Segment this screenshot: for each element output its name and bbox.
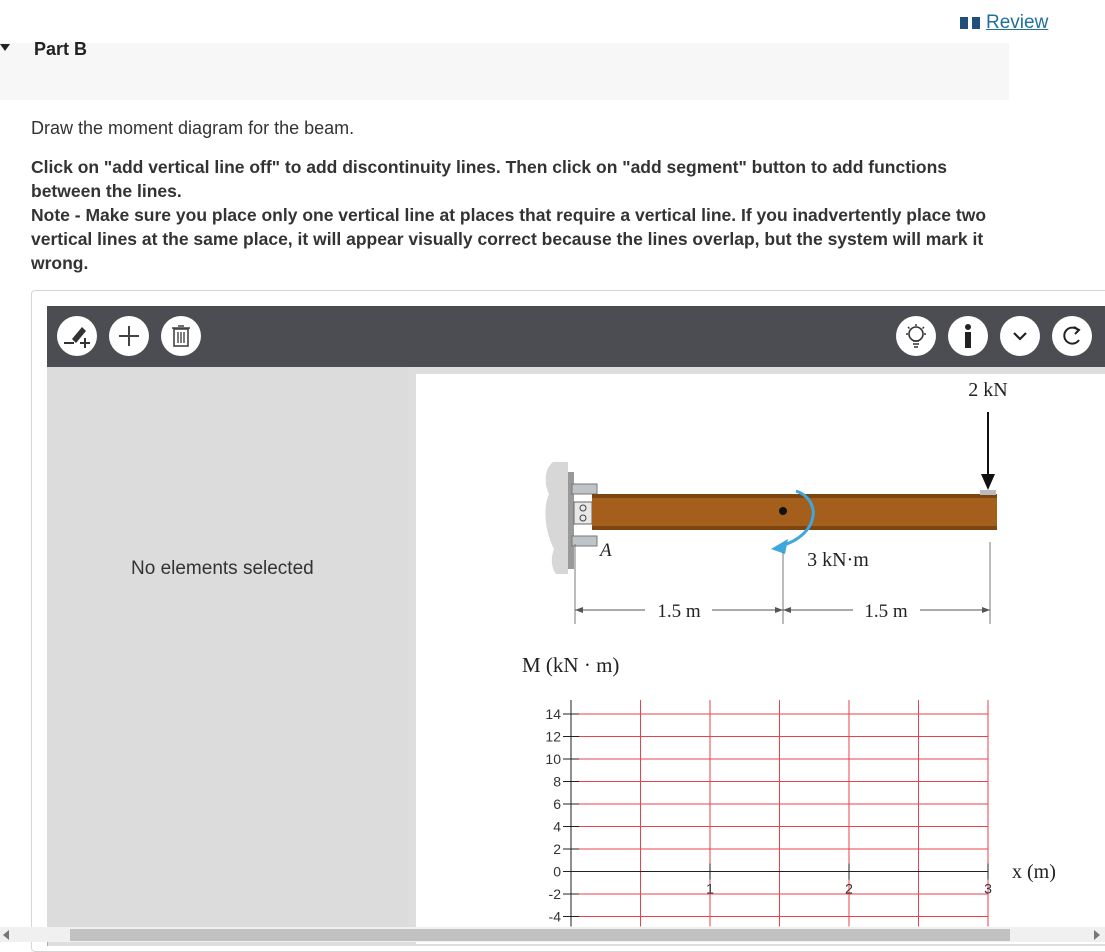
x-axis-label: x (m) <box>1012 861 1056 883</box>
review-link[interactable]: Review <box>960 12 1048 34</box>
scroll-right-icon[interactable] <box>1094 930 1100 940</box>
load-label: 2 kN <box>968 379 1007 401</box>
y-tick-label: 10 <box>545 751 561 767</box>
scrollbar-thumb[interactable] <box>70 929 1010 941</box>
y-tick-label: -2 <box>549 886 562 902</box>
dim-right-label: 1.5 m <box>864 601 908 622</box>
y-tick-label: 12 <box>545 729 561 745</box>
moment-point <box>779 507 787 515</box>
expand-button[interactable] <box>1000 316 1040 356</box>
properties-sidebar <box>47 367 408 942</box>
moment-plot[interactable]: 14121086420-2-41 2 3 <box>545 700 992 927</box>
x-tick-label: 2 <box>845 881 853 897</box>
y-tick-label: -4 <box>549 909 562 925</box>
trash-icon <box>172 325 190 347</box>
toolbar <box>47 306 1105 367</box>
hint-button[interactable] <box>896 316 936 356</box>
part-header-bar[interactable] <box>0 43 1009 100</box>
y-tick-label: 0 <box>553 864 561 880</box>
scroll-left-icon[interactable] <box>3 930 9 940</box>
x-tick-label: 3 <box>984 881 992 897</box>
x-tick-label: 1 <box>706 881 714 897</box>
add-vertical-line-button[interactable] <box>57 316 97 356</box>
add-segment-button[interactable] <box>109 316 149 356</box>
support-label: A <box>598 540 612 561</box>
hint-lightbulb-icon <box>906 324 926 348</box>
moment-label: 3 kN·m <box>807 549 869 571</box>
beam <box>592 494 997 530</box>
beam-figure: 2 kN 3 kN·m A 1.5 m 1.5 m M (kN · m) x (… <box>522 379 1056 927</box>
instruction-bold-2: Note - Make sure you place only one vert… <box>31 205 987 273</box>
info-button[interactable] <box>948 316 988 356</box>
moment-arrowhead <box>771 539 788 554</box>
instruction-text: Draw the moment diagram for the beam. <box>31 118 355 138</box>
drawing-canvas[interactable]: 2 kN 3 kN·m A 1.5 m 1.5 m M (kN · m) x (… <box>416 374 1105 944</box>
instruction-bold-1: Click on "add vertical line off" to add … <box>31 157 948 201</box>
add-segment-icon <box>119 326 139 346</box>
delete-button[interactable] <box>161 316 201 356</box>
y-tick-label: 6 <box>553 796 561 812</box>
y-tick-label: 14 <box>545 706 561 722</box>
chevron-down-icon <box>1013 332 1027 341</box>
info-icon <box>965 324 971 348</box>
reset-button[interactable] <box>1052 316 1092 356</box>
load-plate <box>980 490 996 495</box>
y-tick-label: 8 <box>553 774 561 790</box>
y-axis-label: M (kN · m) <box>522 653 619 677</box>
collapse-caret-icon[interactable] <box>0 44 10 51</box>
book-icon <box>960 16 980 30</box>
no-selection-text: No elements selected <box>131 558 314 579</box>
review-label: Review <box>986 12 1049 33</box>
lower-bracket <box>571 535 598 547</box>
y-tick-label: 4 <box>553 819 561 835</box>
part-title: Part B <box>34 39 88 59</box>
y-tick-label: 2 <box>553 841 561 857</box>
add-vertical-line-icon <box>64 327 90 348</box>
dim-left-label: 1.5 m <box>657 601 701 622</box>
reset-icon <box>1063 326 1081 345</box>
wall-support <box>545 462 568 574</box>
upper-bracket <box>571 483 598 495</box>
